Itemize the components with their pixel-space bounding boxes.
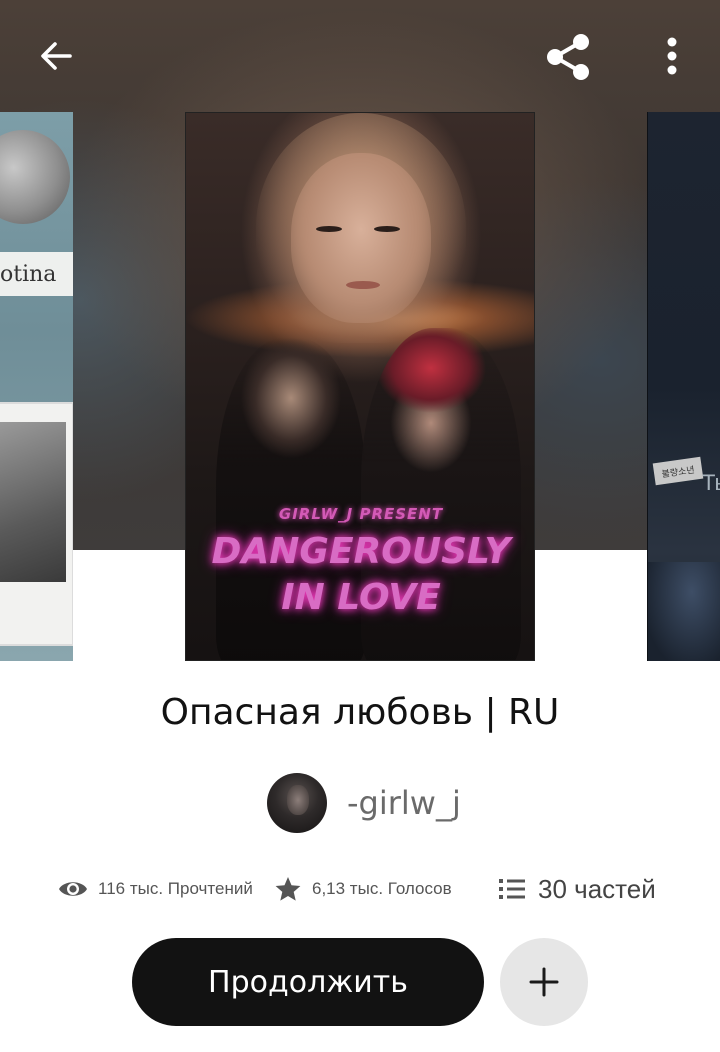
cover-next-sticker: 불량소년 bbox=[652, 456, 704, 486]
parts-stat[interactable]: 30 частей bbox=[498, 866, 656, 912]
more-options-button[interactable] bbox=[648, 30, 696, 82]
cover-previous-story[interactable]: otina bbox=[0, 112, 73, 661]
cover-current-story[interactable]: GIRLW_J PRESENT DANGEROUSLY IN LOVE bbox=[185, 112, 535, 661]
share-button[interactable] bbox=[538, 28, 598, 86]
polaroid-photo bbox=[0, 402, 73, 646]
back-button[interactable] bbox=[28, 32, 84, 80]
top-app-bar bbox=[0, 0, 720, 112]
moon-image bbox=[0, 130, 70, 224]
votes-stat: 6,13 тыс. Голосов bbox=[274, 866, 452, 912]
parts-count[interactable]: 30 частей bbox=[538, 874, 656, 905]
votes-count: 6,13 тыс. Голосов bbox=[312, 879, 452, 898]
cover-next-image bbox=[648, 562, 720, 661]
eye-icon bbox=[59, 882, 87, 896]
avatar-face bbox=[287, 785, 309, 815]
polaroid-image bbox=[0, 422, 66, 582]
cover-previous-text: otina bbox=[0, 252, 73, 296]
continue-reading-button[interactable]: Продолжить bbox=[132, 938, 484, 1026]
list-icon bbox=[499, 879, 525, 899]
story-details-screen: otina GIRLW_J PRESENT DANGEROUSLY IN LOV… bbox=[0, 0, 720, 1052]
plus-icon bbox=[529, 967, 559, 997]
cover-woman-face bbox=[291, 153, 431, 323]
arrow-left-icon bbox=[41, 42, 72, 70]
cover-title-line1: DANGEROUSLY bbox=[211, 531, 511, 572]
cover-title-line2: IN LOVE bbox=[281, 577, 441, 618]
cover-eye-right bbox=[374, 226, 400, 232]
reads-count: 116 тыс. Прочтений bbox=[98, 879, 253, 898]
cover-lips bbox=[346, 281, 380, 289]
author-avatar[interactable] bbox=[267, 773, 327, 833]
add-to-library-button[interactable] bbox=[500, 938, 588, 1026]
reads-stat: 116 тыс. Прочтений bbox=[58, 866, 253, 912]
author-row[interactable]: -girlw_j bbox=[267, 772, 461, 834]
star-icon bbox=[275, 877, 301, 901]
story-stats: 116 тыс. Прочтений 6,13 тыс. Голосов 30 … bbox=[0, 866, 720, 912]
share-icon bbox=[547, 34, 589, 80]
cover-eye-left bbox=[316, 226, 342, 232]
cover-next-text: Ты bbox=[702, 470, 720, 495]
story-title: Опасная любовь | RU bbox=[160, 692, 560, 733]
more-vertical-icon bbox=[667, 37, 677, 75]
cover-next-story[interactable]: 불량소년 Ты bbox=[647, 112, 720, 661]
author-name[interactable]: -girlw_j bbox=[347, 784, 461, 822]
cover-subtitle: GIRLW_J PRESENT bbox=[278, 505, 444, 523]
